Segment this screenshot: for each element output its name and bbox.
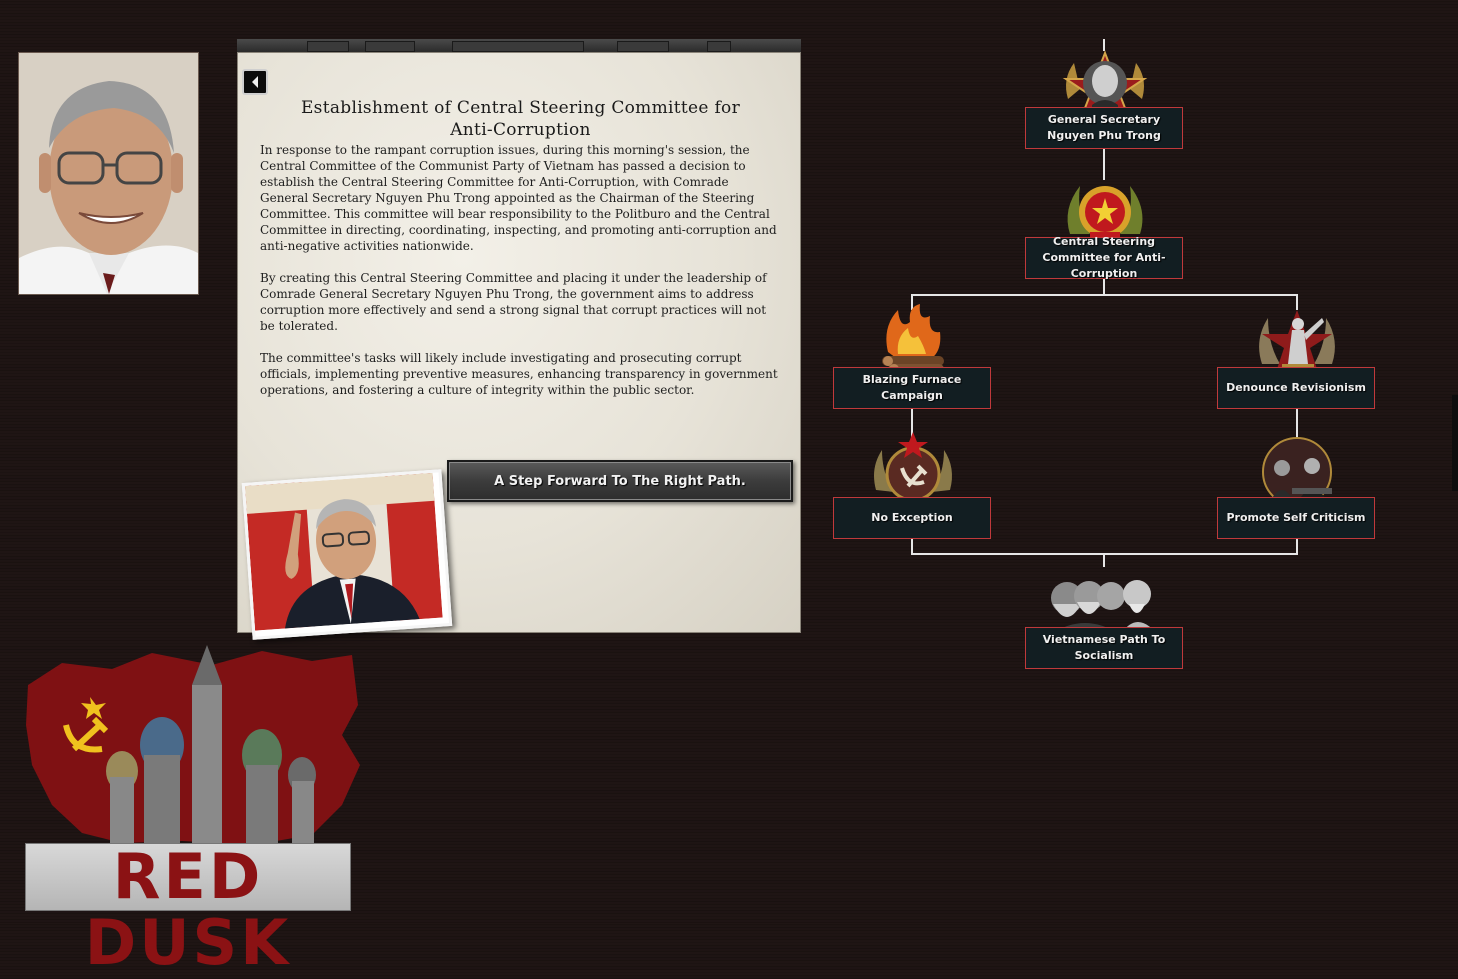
focus-connector (911, 538, 913, 554)
event-paragraph: In response to the rampant corruption is… (260, 143, 777, 253)
red-dusk-logo: RED DUSK (22, 645, 362, 976)
event-title: Establishment of Central Steering Commit… (300, 98, 741, 140)
soviet-map-kremlin-icon (26, 645, 360, 845)
event-paper: Establishment of Central Steering Commit… (237, 52, 801, 640)
event-paragraph: The committee's tasks will likely includ… (260, 351, 778, 397)
back-arrow-icon (252, 76, 258, 88)
event-picture (241, 469, 453, 640)
focus-vietnamese-path-to-socialism[interactable]: Vietnamese Path To Socialism (1025, 560, 1185, 669)
focus-blazing-furnace-campaign[interactable]: Blazing Furnace Campaign (833, 302, 993, 409)
focus-central-steering-committee[interactable]: Central Steering Committee for Anti-Corr… (1025, 174, 1185, 280)
focus-connector (1296, 538, 1298, 554)
back-button[interactable] (242, 69, 268, 95)
event-paragraph: By creating this Central Steering Commit… (260, 271, 767, 333)
event-option-button[interactable]: A Step Forward To The Right Path. (447, 460, 793, 502)
focus-promote-self-criticism[interactable]: Promote Self Criticism (1217, 432, 1377, 539)
focus-denounce-revisionism[interactable]: Denounce Revisionism (1217, 302, 1377, 409)
focus-label: Blazing Furnace Campaign (833, 367, 991, 409)
focus-label: Central Steering Committee for Anti-Corr… (1025, 235, 1183, 280)
lenin-statue-icon (1259, 310, 1335, 372)
communist-leaders-icon (1051, 580, 1157, 634)
burning-logs-icon (882, 304, 944, 374)
event-title-bar (237, 39, 801, 53)
leader-portrait (18, 52, 199, 295)
side-panel-tab[interactable] (1452, 395, 1458, 491)
event-description: In response to the rampant corruption is… (260, 142, 780, 414)
focus-connector (911, 294, 1298, 296)
focus-label: Vietnamese Path To Socialism (1025, 627, 1183, 669)
logo-text: RED DUSK (25, 843, 351, 976)
focus-no-exception[interactable]: No Exception (833, 432, 993, 539)
hammer-sickle-medal-icon (874, 432, 952, 502)
focus-label: Denounce Revisionism (1217, 367, 1375, 409)
event-window: Establishment of Central Steering Commit… (237, 39, 801, 640)
meeting-photo-icon (1262, 437, 1332, 506)
focus-label: Promote Self Criticism (1217, 497, 1375, 539)
focus-general-secretary[interactable]: General Secretary Nguyen Phu Trong (1025, 45, 1185, 149)
focus-label: No Exception (833, 497, 991, 539)
focus-label: General Secretary Nguyen Phu Trong (1025, 107, 1183, 149)
